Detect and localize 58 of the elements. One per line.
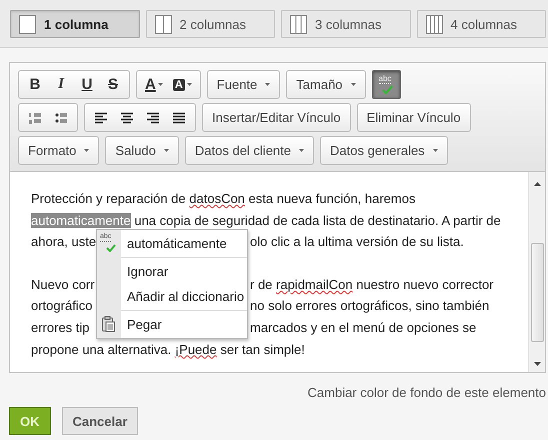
layout-tab[interactable]: 3 columnas <box>281 10 410 38</box>
scroll-down-icon <box>534 362 541 366</box>
scrollbar[interactable] <box>528 172 545 372</box>
layout-tab[interactable]: 4 columnas <box>416 10 546 38</box>
column-layout-icon <box>290 14 307 34</box>
strikethrough-button[interactable]: S <box>100 71 126 98</box>
italic-button[interactable]: I <box>48 71 74 98</box>
text-fragment: olo clic a la ultima versión de su lista. <box>250 233 464 252</box>
text-line: Protección y reparación de datosCon esta nueva función, haremos <box>31 191 416 206</box>
text-line: automaticamente una copia de seguridad de cada lista de destinatario. A partir de <box>31 212 501 228</box>
caret-icon <box>158 83 163 86</box>
column-layout-icon <box>154 14 172 34</box>
background-color-link[interactable]: Cambiar color de fondo de este elemento <box>308 385 546 400</box>
text-fragment: r de rapidmailCon nuestro nuevo corrector <box>250 276 494 294</box>
scrollbar-thumb[interactable] <box>531 243 544 342</box>
caret-icon <box>432 149 438 152</box>
text-color-button[interactable]: A <box>140 71 168 98</box>
scroll-up-icon <box>534 182 541 186</box>
align-left-icon <box>95 112 107 124</box>
background-color-button[interactable]: A <box>168 71 197 98</box>
numbered-list-icon <box>29 112 41 124</box>
clipboard-icon <box>102 316 115 332</box>
dropdown-button[interactable]: Datos del cliente <box>184 136 314 165</box>
align-center-icon <box>121 112 133 124</box>
dropdown-button[interactable]: Fuente <box>206 70 280 99</box>
text-fragment: no solo errores ortográficos, sino también <box>250 297 490 316</box>
text-fragment: Nuevo corr <box>31 276 95 294</box>
caret-icon <box>299 149 304 152</box>
layout-tab[interactable]: 1 columna <box>10 10 140 38</box>
align-right-icon <box>147 112 159 124</box>
cancel-button[interactable]: Cancelar <box>62 407 138 435</box>
column-layout-icon <box>426 14 442 34</box>
menu-item[interactable]: Ignorar <box>97 259 247 284</box>
text-line: propone una alternativa. ¡Puede ser tan simple! <box>31 342 305 357</box>
toolbar-button[interactable]: Eliminar Vínculo <box>356 103 471 132</box>
toolbar-button[interactable]: Insertar/Editar Vínculo <box>202 103 351 132</box>
dropdown-button[interactable]: Tamaño <box>286 70 366 99</box>
check-icon <box>382 85 393 94</box>
bullet-list-icon <box>55 112 67 124</box>
justify-icon <box>173 112 185 124</box>
dropdown-button[interactable]: Datos generales <box>320 136 448 165</box>
layout-tab[interactable]: 2 columnas <box>146 10 275 38</box>
caret-icon <box>164 149 169 152</box>
caret-icon <box>265 83 270 86</box>
column-layout-icon <box>19 14 36 34</box>
bold-button[interactable]: B <box>22 71 48 98</box>
dropdown-button[interactable]: Formato <box>18 136 100 165</box>
text-fragment: marcados y en el menú de opciones se <box>250 318 476 337</box>
caret-icon <box>350 83 356 86</box>
text-fragment: errores tip <box>31 318 90 337</box>
dropdown-button[interactable]: Saludo <box>105 136 179 165</box>
menu-item[interactable]: Añadir al diccionario <box>97 284 247 309</box>
caret-icon <box>186 83 192 86</box>
menu-item[interactable]: Pegar <box>97 312 247 337</box>
text-fragment: ahora, uste <box>31 233 96 252</box>
underline-button[interactable]: U <box>74 71 100 98</box>
caret-icon <box>84 149 90 152</box>
text-fragment: ortográfico <box>31 297 92 316</box>
